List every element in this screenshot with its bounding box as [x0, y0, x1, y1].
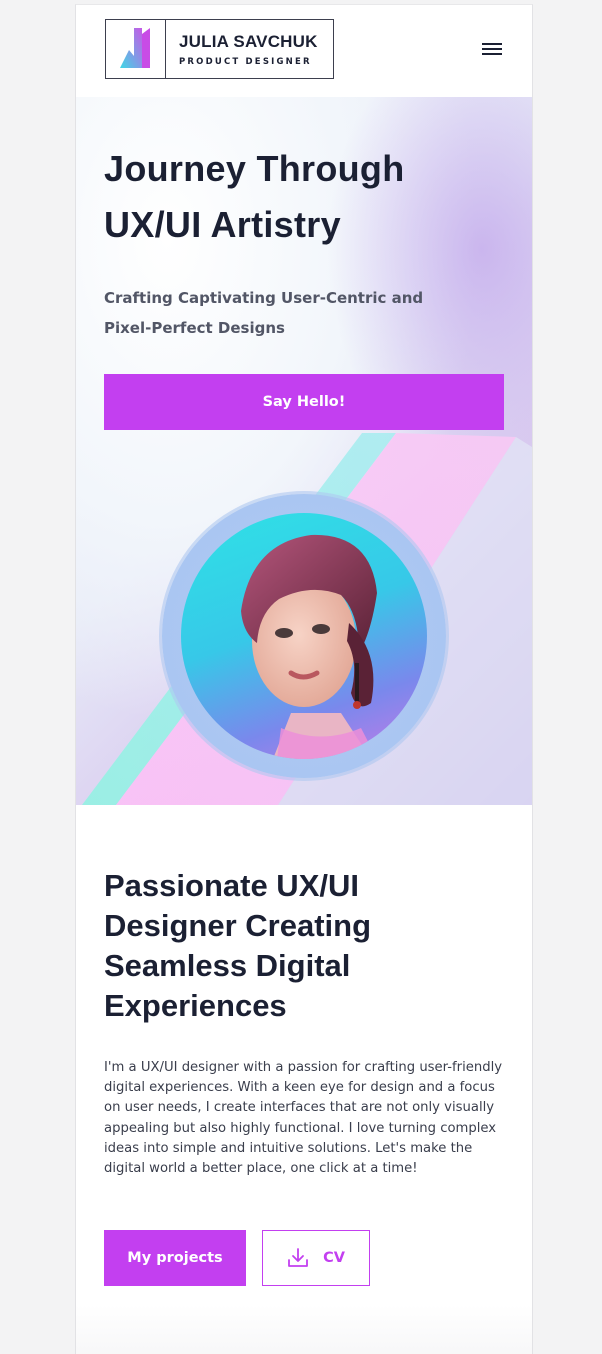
avatar-ring	[162, 494, 446, 778]
page: JULIA SAVCHUK PRODUCT DESIGNER Journey T…	[75, 4, 533, 1354]
hamburger-icon[interactable]	[479, 39, 505, 61]
site-header: JULIA SAVCHUK PRODUCT DESIGNER	[76, 5, 532, 97]
say-hello-button[interactable]: Say Hello!	[104, 374, 504, 430]
logo-name: JULIA SAVCHUK	[179, 32, 318, 51]
logo[interactable]: JULIA SAVCHUK PRODUCT DESIGNER	[105, 19, 334, 79]
logo-mark	[106, 20, 166, 78]
logo-role: PRODUCT DESIGNER	[179, 57, 312, 67]
cv-download-button[interactable]: CV	[262, 1230, 370, 1286]
hero-title: Journey Through UX/UI Artistry	[104, 148, 405, 245]
download-icon	[288, 1248, 308, 1267]
cv-label: CV	[323, 1250, 345, 1266]
my-projects-button[interactable]: My projects	[104, 1230, 246, 1286]
hero-subtitle: Crafting Captivating User-Centric and Pi…	[104, 289, 424, 337]
portrait-illustration	[241, 534, 377, 759]
about-text: I'm a UX/UI designer with a passion for …	[104, 1060, 503, 1177]
avatar	[181, 513, 427, 759]
about-title: Passionate UX/UI Designer Creating Seaml…	[104, 868, 372, 1023]
logo-a-icon	[120, 28, 150, 68]
hero-section: Journey Through UX/UI Artistry Crafting …	[76, 97, 532, 805]
